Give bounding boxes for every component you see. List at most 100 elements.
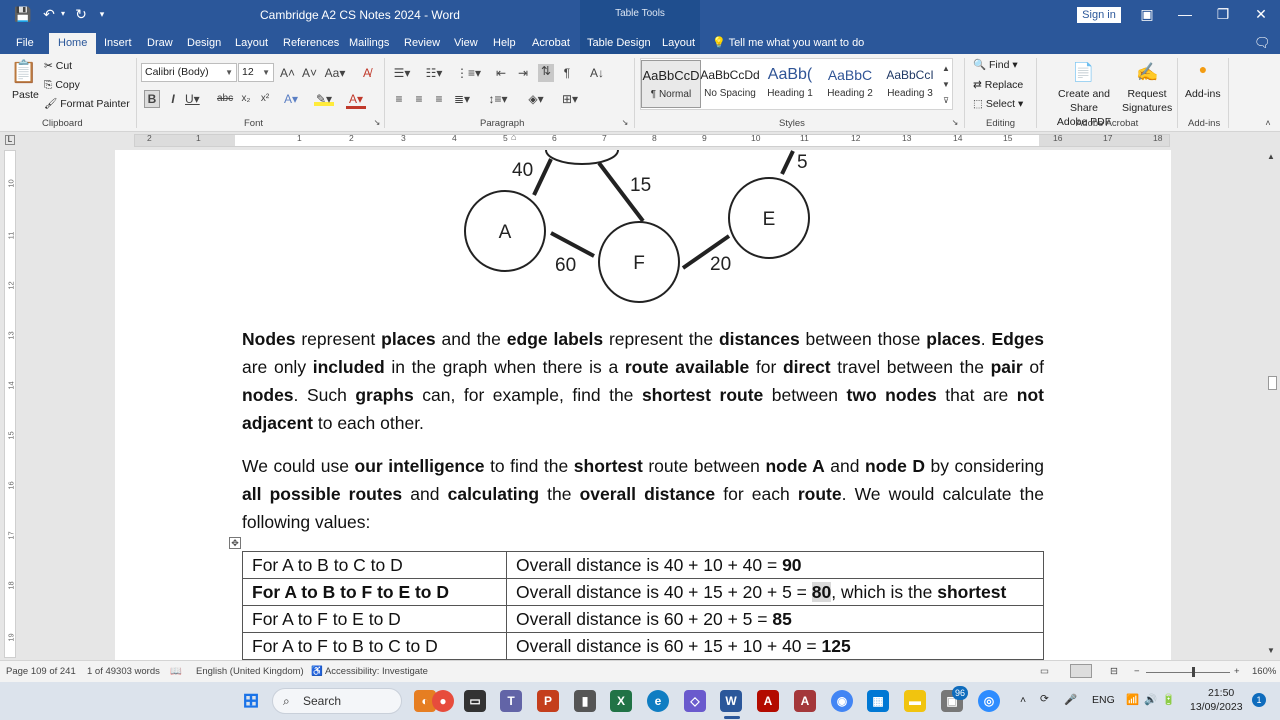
change-case-icon[interactable]: Aa▾ <box>324 66 346 80</box>
superscript-icon[interactable]: x² <box>259 92 271 106</box>
multilevel-list-icon[interactable]: ⋮≡▾ <box>456 66 481 80</box>
show-marks-icon[interactable]: ¶ <box>560 66 574 80</box>
clock-date[interactable]: 13/09/2023 <box>1190 701 1243 713</box>
powerpoint-icon[interactable]: P <box>537 690 559 712</box>
customize-qat-icon[interactable]: ▾ <box>96 5 108 23</box>
app-icon[interactable]: ◇ <box>684 690 706 712</box>
tray-chevron-icon[interactable]: ˄ <box>1020 694 1026 706</box>
zoom-slider[interactable] <box>1146 672 1230 673</box>
bullets-icon[interactable]: ☰▾ <box>392 66 412 80</box>
create-pdf-icon[interactable]: 📄 <box>1072 62 1094 82</box>
borders-icon[interactable]: ⊞▾ <box>560 92 580 106</box>
document-page[interactable]: A F E 40 15 5 60 20 Nodes represent plac… <box>115 150 1171 660</box>
font-color-icon[interactable]: A▾ <box>346 92 366 109</box>
tab-file[interactable]: File <box>14 33 36 54</box>
sort-az-icon[interactable]: A↓ <box>590 66 604 80</box>
minimize-icon[interactable]: — <box>1172 4 1198 24</box>
tab-references[interactable]: References <box>281 33 341 54</box>
windows-start-icon[interactable]: ⊞ <box>240 690 262 712</box>
style-heading-1[interactable]: AaBb( Heading 1 <box>760 60 820 108</box>
undo-icon[interactable]: ↶ <box>40 5 58 23</box>
wifi-icon[interactable]: 📶 <box>1126 693 1139 706</box>
edge-icon[interactable]: e <box>647 690 669 712</box>
request-signatures-icon[interactable]: ✍ <box>1136 62 1158 82</box>
line-spacing-icon[interactable]: ↕≡▾ <box>488 92 508 106</box>
print-layout-icon[interactable] <box>1070 664 1092 678</box>
tell-me-search[interactable]: 💡 Tell me what you want to do <box>712 33 864 53</box>
comments-icon[interactable]: 🗨 <box>1252 33 1273 54</box>
bold-icon[interactable]: B <box>144 90 160 108</box>
proofing-icon[interactable]: 📖 <box>170 666 182 677</box>
increase-indent-icon[interactable]: ⇥ <box>516 66 530 80</box>
justify-icon[interactable]: ≣▾ <box>452 92 472 106</box>
dialog-launcher-icon[interactable]: ↘ <box>950 116 960 130</box>
zoom-in-icon[interactable]: + <box>1234 666 1240 677</box>
app-icon[interactable]: ▮ <box>574 690 596 712</box>
tab-table-design[interactable]: Table Design <box>585 33 653 54</box>
distance-cell[interactable]: Overall distance is 40 + 10 + 40 = 90 <box>506 551 1044 579</box>
clock-time[interactable]: 21:50 <box>1208 687 1234 699</box>
tab-mailings[interactable]: Mailings <box>347 33 391 54</box>
tab-design[interactable]: Design <box>185 33 223 54</box>
route-cell[interactable]: For A to B to F to E to D <box>242 578 507 606</box>
distance-cell[interactable]: Overall distance is 60 + 15 + 10 + 40 = … <box>506 632 1044 660</box>
distance-cell[interactable]: Overall distance is 40 + 15 + 20 + 5 = 8… <box>506 578 1044 606</box>
route-cell[interactable]: For A to B to C to D <box>242 551 507 579</box>
table-move-handle-icon[interactable]: ✥ <box>229 537 241 549</box>
store-icon[interactable]: ▦ <box>867 690 889 712</box>
highlight-icon[interactable]: ✎▾ <box>314 92 334 106</box>
italic-icon[interactable]: I <box>167 92 179 106</box>
dialog-launcher-icon[interactable]: ↘ <box>620 116 630 130</box>
align-left-icon[interactable]: ≡ <box>392 92 406 106</box>
zoom-app-icon[interactable]: ◎ <box>978 690 1000 712</box>
acrobat-icon[interactable]: A <box>757 690 779 712</box>
styles-scroll-down-icon[interactable]: ▼ <box>941 78 951 92</box>
scroll-up-icon[interactable]: ▲ <box>1267 152 1275 161</box>
align-center-icon[interactable]: ≡ <box>412 92 426 106</box>
cut-button[interactable]: ✂ Cut <box>44 59 72 73</box>
tab-layout[interactable]: Layout <box>233 33 270 54</box>
tab-table-layout[interactable]: Layout <box>660 33 697 54</box>
collapse-ribbon-icon[interactable]: ˄ <box>1262 116 1274 130</box>
word-count[interactable]: 1 of 49303 words <box>87 666 160 677</box>
align-right-icon[interactable]: ≡ <box>432 92 446 106</box>
microphone-icon[interactable]: 🎤 <box>1064 693 1077 706</box>
replace-button[interactable]: ⇄ Replace <box>973 78 1023 92</box>
web-layout-icon[interactable]: ⊟ <box>1110 666 1118 677</box>
clear-formatting-icon[interactable]: A̸ <box>360 66 374 80</box>
add-ins-button[interactable]: Add-ins <box>1185 87 1221 101</box>
language-indicator[interactable]: ENG <box>1092 694 1115 706</box>
battery-icon[interactable]: 🔋 <box>1162 693 1175 706</box>
tab-home[interactable]: Home <box>49 33 97 54</box>
task-view-icon[interactable]: ▭ <box>464 690 486 712</box>
distance-cell[interactable]: Overall distance is 60 + 20 + 5 = 85 <box>506 605 1044 633</box>
shrink-font-icon[interactable]: A˅ <box>302 66 317 80</box>
text-effects-icon[interactable]: A▾ <box>283 92 299 106</box>
volume-icon[interactable]: 🔊 <box>1144 693 1157 706</box>
chrome-icon[interactable]: ◉ <box>831 690 853 712</box>
shading-icon[interactable]: ◈▾ <box>526 92 546 106</box>
tab-acrobat[interactable]: Acrobat <box>530 33 572 54</box>
horizontal-ruler[interactable]: L 2 1 1 2 3 4 5 6 7 8 9 10 11 12 13 14 1… <box>0 132 1280 149</box>
add-ins-icon[interactable]: ● <box>1194 62 1212 76</box>
tab-insert[interactable]: Insert <box>102 33 134 54</box>
paste-button[interactable]: Paste <box>12 88 39 102</box>
basketball-icon[interactable]: ● <box>432 690 454 712</box>
route-cell[interactable]: For A to F to E to D <box>242 605 507 633</box>
indent-marker-icon[interactable]: ⌂ <box>511 132 516 142</box>
vertical-scrollbar[interactable]: ▲ ▼ <box>1265 150 1280 660</box>
notification-center-badge[interactable]: 1 <box>1252 693 1266 707</box>
style-normal[interactable]: AaBbCcD ¶ Normal <box>641 60 701 108</box>
accessibility-status[interactable]: ♿ Accessibility: Investigate <box>311 666 428 677</box>
save-icon[interactable]: 💾 <box>14 5 32 23</box>
taskbar-search[interactable]: ⌕ Search <box>272 688 402 714</box>
zoom-out-icon[interactable]: − <box>1134 666 1140 677</box>
sync-icon[interactable]: ⟳ <box>1040 693 1049 705</box>
teams-icon[interactable]: T <box>500 690 522 712</box>
scroll-down-icon[interactable]: ▼ <box>1267 646 1275 655</box>
style-no-spacing[interactable]: AaBbCcDd No Spacing <box>700 60 760 108</box>
style-heading-2[interactable]: AaBbC Heading 2 <box>820 60 880 108</box>
undo-dropdown-icon[interactable]: ▾ <box>58 5 68 23</box>
find-button[interactable]: 🔍 Find ▾ <box>973 58 1018 72</box>
styles-scroll-up-icon[interactable]: ▲ <box>941 62 951 76</box>
